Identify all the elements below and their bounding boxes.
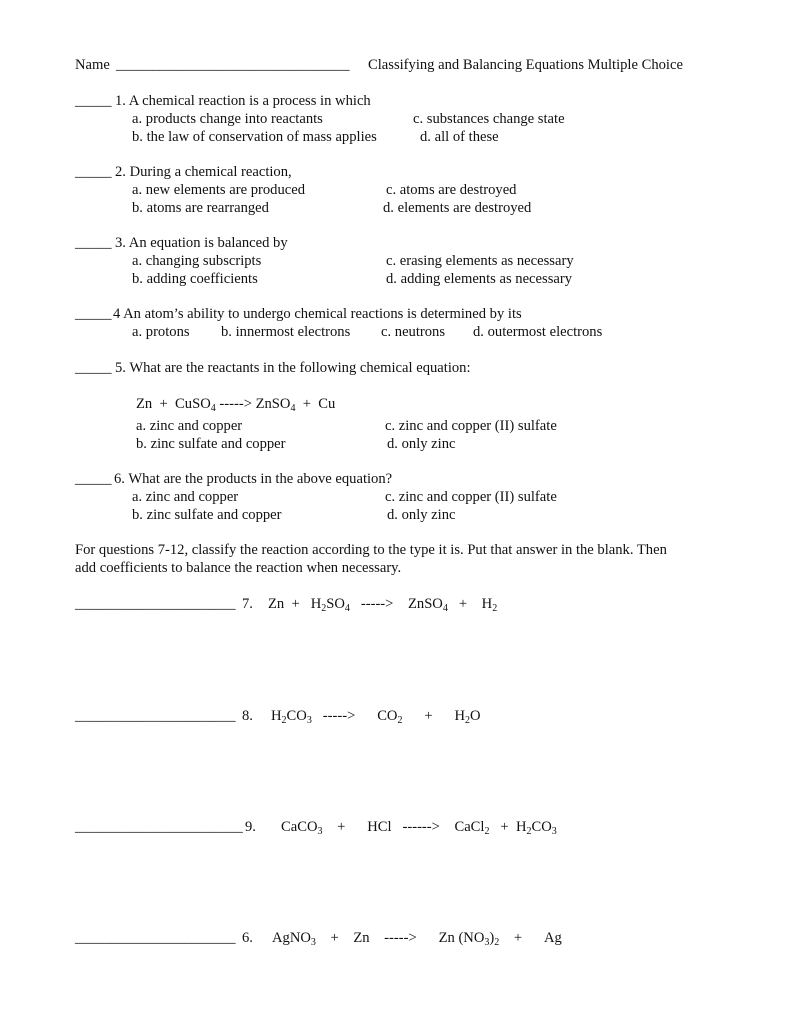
option-c: c. substances change state <box>413 111 565 127</box>
question-stem: 2. During a chemical reaction, <box>115 164 292 180</box>
reaction-equation: CaCO3 + HCl ------> CaCl2 + H2CO3 <box>281 819 557 837</box>
reaction-number: 8. <box>242 708 253 724</box>
reaction-number: 7. <box>242 596 253 612</box>
option-a: a. protons <box>132 324 190 340</box>
answer-blank[interactable]: _____ <box>75 236 111 251</box>
option-b: b. adding coefficients <box>132 271 258 287</box>
chemical-equation: Zn + CuSO4 -----> ZnSO4 + Cu <box>136 396 336 414</box>
option-d: d. only zinc <box>387 436 456 452</box>
classification-blank[interactable]: ______________________ <box>75 597 236 612</box>
answer-blank[interactable]: _____ <box>75 94 111 109</box>
eq-product-1: ZnSO4 <box>255 396 296 414</box>
worksheet-title: Classifying and Balancing Equations Mult… <box>368 57 683 73</box>
question-stem: 1. A chemical reaction is a process in w… <box>115 93 371 109</box>
question-stem: 5. What are the reactants in the followi… <box>115 360 471 376</box>
reaction-arrow: ------> <box>402 819 440 835</box>
reaction-number: 6. <box>242 930 253 946</box>
instructions-line-2: add coefficients to balance the reaction… <box>75 560 402 576</box>
option-d: d. adding elements as necessary <box>386 271 573 287</box>
reaction-number: 9. <box>245 819 256 835</box>
option-a: a. changing subscripts <box>132 253 262 269</box>
eq-reactant-1: Zn <box>136 396 153 412</box>
reaction-equation: H2CO3 -----> CO2 + H2O <box>271 708 481 726</box>
option-a: a. products change into reactants <box>132 111 323 127</box>
option-b: b. innermost electrons <box>221 324 351 340</box>
answer-blank[interactable]: _____ <box>75 361 111 376</box>
option-c: c. neutrons <box>381 324 446 340</box>
option-b: b. zinc sulfate and copper <box>132 507 282 523</box>
option-d: d. outermost electrons <box>473 324 603 340</box>
reaction-equation: Zn + H2SO4 -----> ZnSO4 + H2 <box>268 596 498 614</box>
reaction-arrow: -----> <box>384 930 417 946</box>
option-a: a. zinc and copper <box>132 489 239 505</box>
option-c: c. zinc and copper (II) sulfate <box>385 418 557 434</box>
answer-blank[interactable]: _____ <box>75 165 111 180</box>
reaction-equation: AgNO3 + Zn -----> Zn (NO3)2 + Ag <box>272 930 562 948</box>
option-a: a. new elements are produced <box>132 182 306 198</box>
option-d: d. elements are destroyed <box>383 200 532 216</box>
option-d: d. all of these <box>420 129 499 145</box>
option-c: c. atoms are destroyed <box>386 182 517 198</box>
option-b: b. the law of conservation of mass appli… <box>132 129 377 145</box>
eq-reactant-2: CuSO4 <box>175 396 216 414</box>
option-d: d. only zinc <box>387 507 456 523</box>
question-stem: 6. What are the products in the above eq… <box>114 471 393 487</box>
answer-blank[interactable]: _____ <box>75 307 111 322</box>
classification-blank[interactable]: ______________________ <box>75 931 236 946</box>
question-stem: 3. An equation is balanced by <box>115 235 288 251</box>
instructions-line-1: For questions 7-12, classify the reactio… <box>75 542 667 558</box>
option-c: c. erasing elements as necessary <box>386 253 574 269</box>
question-stem: 4 An atom’s ability to undergo chemical … <box>113 306 522 322</box>
reaction-arrow: -----> <box>360 596 394 612</box>
name-label: Name <box>75 57 110 73</box>
classification-blank[interactable]: _______________________ <box>75 820 243 835</box>
eq-product-2: Cu <box>318 396 336 412</box>
eq-plus: + <box>159 396 168 412</box>
eq-arrow: -----> <box>219 396 252 412</box>
name-blank[interactable]: ________________________________ <box>116 58 350 73</box>
reaction-arrow: -----> <box>322 708 356 724</box>
option-b: b. atoms are rearranged <box>132 200 269 216</box>
option-b: b. zinc sulfate and copper <box>136 436 286 452</box>
eq-plus: + <box>302 396 311 412</box>
classification-blank[interactable]: ______________________ <box>75 709 236 724</box>
answer-blank[interactable]: _____ <box>75 472 111 487</box>
option-a: a. zinc and copper <box>136 418 243 434</box>
option-c: c. zinc and copper (II) sulfate <box>385 489 557 505</box>
